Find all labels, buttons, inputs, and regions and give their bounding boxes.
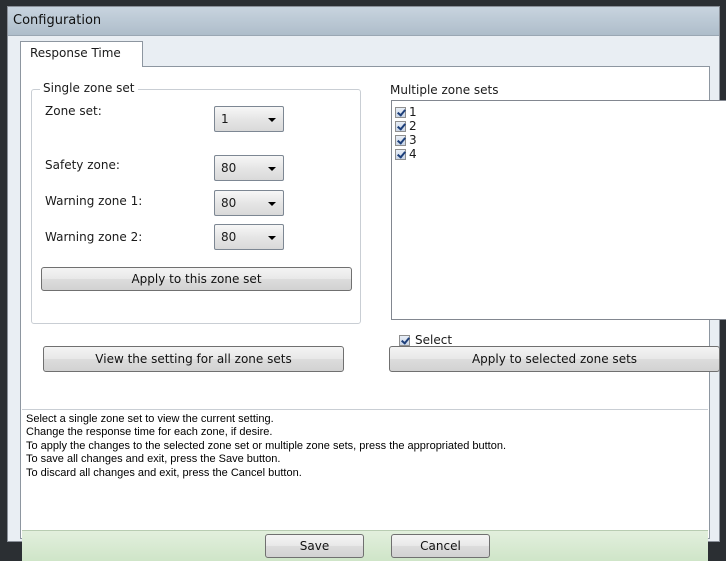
title-bar[interactable]: Configuration [8, 7, 719, 36]
safety-zone-value: 80 [221, 161, 237, 175]
zone-set-label: Zone set: [45, 104, 102, 118]
single-zone-set-group: Single zone set Zone set: 1 Safety zone:… [31, 81, 361, 324]
configuration-window: Configuration Response Time Single zone … [7, 6, 726, 561]
checkbox-checked-icon[interactable] [395, 135, 406, 146]
view-all-zone-sets-button[interactable]: View the setting for all zone sets [43, 346, 344, 372]
checkbox-checked-icon[interactable] [399, 335, 410, 346]
checkbox-checked-icon[interactable] [395, 149, 406, 160]
safety-zone-label: Safety zone: [45, 158, 120, 172]
zone-item-label: 1 [409, 105, 417, 119]
help-line: Change the response time for each zone, … [26, 426, 273, 439]
zone-set-value: 1 [221, 112, 229, 126]
warning-zone-2-label: Warning zone 2: [45, 230, 143, 244]
zone-item-label: 3 [409, 133, 417, 147]
help-line: Select a single zone set to view the cur… [26, 413, 274, 425]
zone-item-label: 2 [409, 119, 417, 133]
save-button[interactable]: Save [265, 534, 364, 558]
chevron-down-icon [268, 236, 276, 240]
warning-zone-1-value: 80 [221, 196, 237, 210]
multiple-zone-sets-group: Multiple zone sets 1 2 3 4 Select [387, 83, 726, 376]
chevron-down-icon [268, 167, 276, 171]
help-line: To discard all changes and exit, press t… [26, 466, 302, 479]
multiple-zone-sets-label: Multiple zone sets [387, 83, 502, 97]
window-content: Response Time Single zone set Zone set: … [16, 37, 726, 561]
zone-set-checklist[interactable]: 1 2 3 4 [391, 100, 726, 320]
apply-to-selected-zone-sets-button[interactable]: Apply to selected zone sets [389, 346, 720, 372]
apply-to-zone-set-button[interactable]: Apply to this zone set [41, 267, 352, 291]
window-title: Configuration [13, 13, 102, 28]
single-zone-set-label: Single zone set [40, 81, 138, 95]
chevron-down-icon [268, 202, 276, 206]
warning-zone-1-label: Warning zone 1: [45, 194, 143, 208]
help-text-panel: Select a single zone set to view the cur… [22, 409, 708, 524]
warning-zone-1-dropdown[interactable]: 80 [214, 190, 284, 216]
chevron-down-icon [268, 118, 276, 122]
checkbox-checked-icon[interactable] [395, 107, 406, 118]
tab-label: Response Time [30, 46, 121, 60]
dialog-footer: Save Cancel [22, 530, 708, 561]
zone-set-dropdown[interactable]: 1 [214, 106, 284, 132]
response-time-panel: Single zone set Zone set: 1 Safety zone:… [20, 66, 726, 561]
safety-zone-dropdown[interactable]: 80 [214, 155, 284, 181]
help-line: To save all changes and exit, press the … [26, 453, 281, 466]
checkbox-checked-icon[interactable] [395, 121, 406, 132]
warning-zone-2-dropdown[interactable]: 80 [214, 224, 284, 250]
cancel-button[interactable]: Cancel [391, 534, 490, 558]
help-line: To apply the changes to the selected zon… [26, 439, 507, 452]
zone-item-label: 4 [409, 147, 417, 161]
tab-response-time[interactable]: Response Time [20, 41, 143, 67]
warning-zone-2-value: 80 [221, 230, 237, 244]
